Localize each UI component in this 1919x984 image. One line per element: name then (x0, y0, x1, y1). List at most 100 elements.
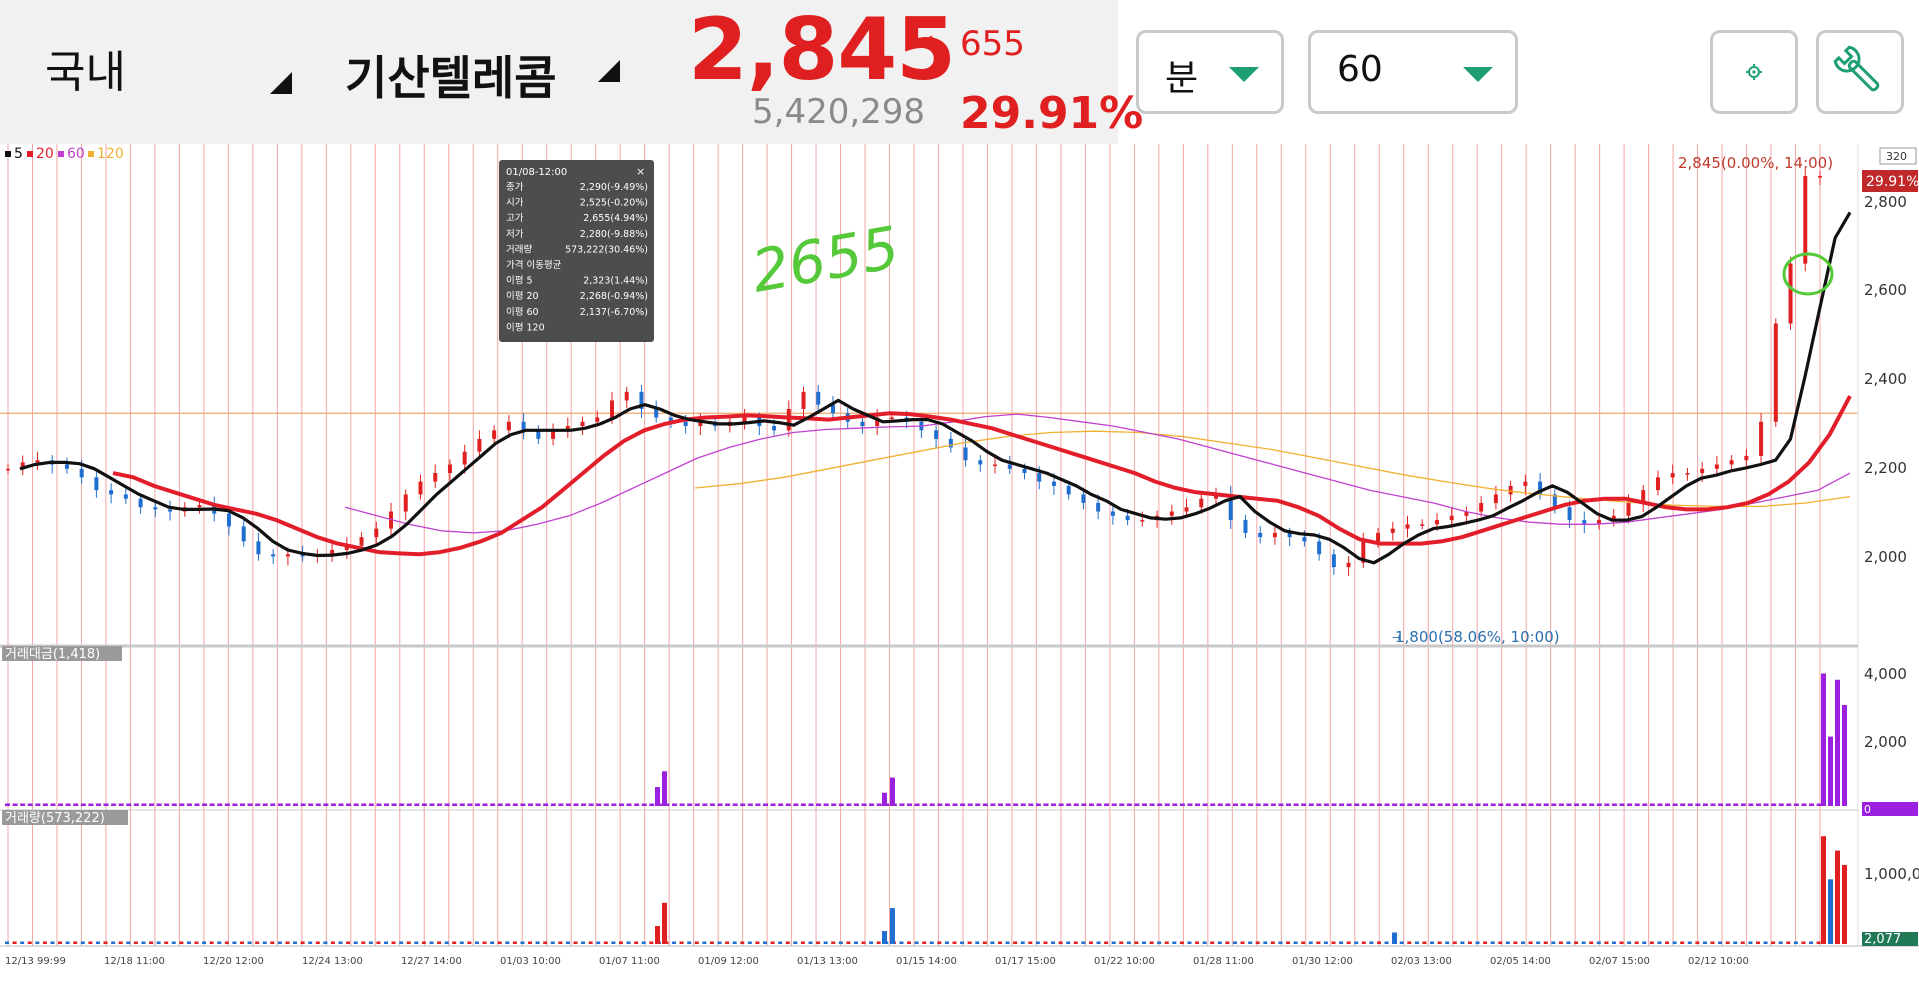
amount-bar (1778, 803, 1784, 806)
candle-body (1523, 481, 1528, 486)
volume-bar (1634, 941, 1639, 944)
volume-bar (1498, 941, 1503, 944)
amount-bar (429, 803, 435, 806)
amount-bar (50, 803, 56, 806)
volume-bar (907, 941, 912, 944)
ma-legend: 5 20 60 120 (5, 146, 124, 162)
price-chart[interactable]: 5 20 60 120 2,000 2,200 2,400 2,600 2,80… (0, 144, 1919, 980)
amount-bar (361, 803, 367, 806)
y-tick-label: 2,200 (1864, 459, 1907, 477)
amount-bar (550, 803, 556, 806)
volume-bar (474, 941, 479, 944)
amount-bar (1308, 803, 1314, 806)
amount-bar (1316, 803, 1322, 806)
candle-body (1037, 473, 1042, 482)
candle-body (492, 430, 497, 439)
amount-peak-bar (1835, 679, 1840, 806)
legend-ma5: 5 (14, 146, 23, 162)
amount-bar (702, 803, 708, 806)
y-tick-label: 2,600 (1864, 281, 1907, 299)
candle-body (1803, 176, 1808, 264)
interval-value-label: 60 (1337, 49, 1383, 90)
amount-bar (217, 803, 223, 806)
amount-bar (717, 803, 723, 806)
volume-bar (414, 941, 419, 944)
amount-bar (603, 803, 609, 806)
amount-bar (315, 803, 321, 806)
volume-bar (1142, 941, 1146, 944)
volume-bar (149, 941, 154, 944)
volume-bar (1149, 941, 1154, 944)
volume-bar (1755, 941, 1760, 944)
amount-bar (1566, 803, 1572, 806)
amount-bar (1195, 803, 1201, 806)
volume-bar (368, 941, 373, 944)
volume-bar (800, 941, 805, 944)
market-dropdown-icon[interactable] (270, 72, 292, 94)
quote-header: 국내 기산텔레콤 2,845 ↑ 655 5,420,298 29.91% 분 … (0, 0, 1919, 144)
chevron-down-icon (1229, 67, 1259, 82)
amount-bar (520, 803, 526, 806)
chart-area[interactable]: 5 20 60 120 2,000 2,200 2,400 2,600 2,80… (0, 144, 1919, 980)
amount-bar (209, 803, 215, 806)
amount-bar (1816, 803, 1822, 806)
volume-bar (1020, 941, 1025, 944)
volume-bar (293, 941, 298, 944)
candle-body (462, 451, 467, 465)
volume-bar (679, 941, 684, 944)
stock-name[interactable]: 기산텔레콤 (345, 42, 557, 108)
volume-bar (126, 941, 131, 944)
volume-bar (1816, 941, 1821, 944)
y-tick-label: 2,000 (1864, 548, 1907, 566)
tooltip-row-label: 이평 60 (506, 307, 539, 318)
volume-bar (702, 941, 707, 944)
amount-peak-bar (655, 787, 660, 806)
min-arrow-icon: → (1392, 631, 1401, 644)
volume-bar (88, 941, 93, 944)
tooltip-row-label: 거래량 (506, 243, 532, 255)
candle-body (816, 391, 821, 405)
volume-bar (80, 941, 85, 944)
candle-body (978, 460, 983, 465)
amount-bar (1005, 803, 1011, 806)
candle-body (447, 464, 452, 474)
candle-body (1818, 176, 1822, 178)
volume-panel-title: 거래량(573,222) (5, 811, 105, 826)
amount-bar (421, 803, 427, 806)
amount-bar (308, 803, 314, 806)
volume-bar (944, 941, 949, 944)
market-selector[interactable]: 국내 (45, 36, 126, 100)
settings-button[interactable] (1710, 30, 1798, 114)
amount-bar (694, 803, 700, 806)
amount-bar (823, 803, 829, 806)
volume-bar (1809, 941, 1814, 944)
volume-bar (247, 941, 252, 944)
amount-bar (1498, 803, 1504, 806)
amount-bar (838, 803, 844, 806)
volume-bar (186, 941, 191, 944)
amount-bar (1013, 803, 1019, 806)
amount-bar (1763, 803, 1769, 806)
volume-bar (224, 941, 229, 944)
volume-y-axis: 1,000,0 (1864, 865, 1919, 883)
volume-bar (1361, 941, 1366, 944)
volume-bar (770, 941, 775, 944)
interval-value-select[interactable]: 60 (1308, 30, 1518, 114)
volume-bar (1088, 941, 1093, 944)
price-change: 655 (960, 24, 1025, 64)
candle-body (860, 421, 865, 427)
amount-bar (997, 803, 1003, 806)
amount-bar (1081, 803, 1087, 806)
volume-bar (346, 941, 351, 944)
volume-bar (217, 941, 222, 944)
amount-bar (1278, 803, 1284, 806)
amount-bar (1748, 803, 1754, 806)
tooltip-close-icon[interactable]: × (636, 165, 645, 178)
amount-bar (330, 803, 336, 806)
stock-dropdown-icon[interactable] (598, 60, 620, 82)
tools-button[interactable] (1816, 30, 1904, 114)
amount-bar (1104, 803, 1110, 806)
volume-bar (95, 941, 100, 944)
interval-unit-select[interactable]: 분 (1136, 30, 1284, 114)
candle-body (256, 541, 261, 555)
